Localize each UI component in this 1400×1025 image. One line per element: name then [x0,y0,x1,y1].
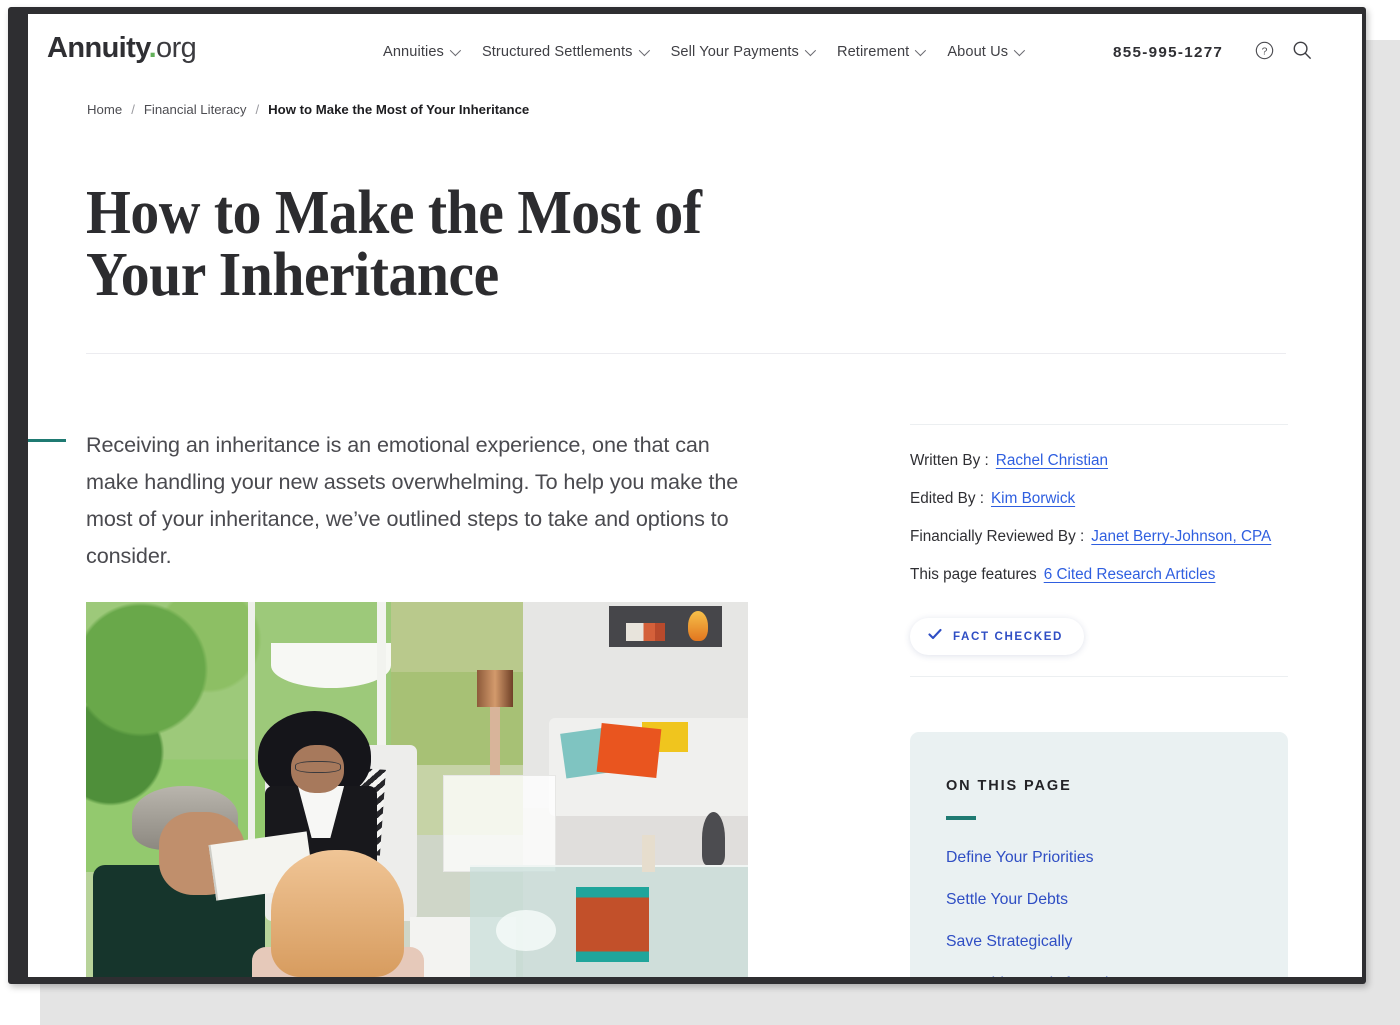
cited-research-link[interactable]: 6 Cited Research Articles [1044,566,1216,584]
on-this-page-link-define-your-priorities[interactable]: Define Your Priorities [946,849,1252,867]
nav-label: Sell Your Payments [670,44,799,60]
nav-item-structured-settlements[interactable]: Structured Settlements [481,44,650,60]
logo-name: Annuity [47,32,149,64]
backdrop-gray-right [1366,40,1400,985]
advisor-glasses [294,761,341,773]
breadcrumb-item-current: How to Make the Most of Your Inheritance [268,102,530,117]
nav-label: Annuities [383,44,444,60]
on-this-page-title: ON THIS PAGE [946,778,1072,794]
byline-label: Edited By : [910,490,984,507]
framed-artwork [575,887,649,962]
page-title: How to Make the Most of Your Inheritance [86,179,702,309]
question-circle-icon[interactable]: ? [1255,41,1274,60]
nav-label: About Us [947,44,1009,60]
candle [642,834,656,872]
reviewer-link[interactable]: Janet Berry-Johnson, CPA [1091,528,1271,546]
fireplace-flame [688,611,709,642]
byline-label: This page features [910,566,1037,583]
window-mullion [248,602,256,865]
nav-label: Retirement [836,44,910,60]
on-this-page-list: Define Your Priorities Settle Your Debts… [946,849,1252,977]
intro-paragraph: Receiving an inheritance is an emotional… [86,432,739,568]
on-this-page-box: ON THIS PAGE Define Your Priorities Sett… [910,732,1288,977]
fact-checked-badge[interactable]: FACT CHECKED [910,618,1085,655]
author-link[interactable]: Rachel Christian [996,452,1108,470]
sidebar-divider-top [910,424,1288,425]
chevron-down-icon [638,44,650,57]
device-frame: Annuity.org Annuities Structured Settlem… [8,7,1366,984]
breadcrumb-separator: / [131,102,135,117]
chevron-down-icon [804,44,817,57]
backdrop-gray-bottom [40,983,1400,1025]
on-this-page-link-set-aside-funds-for-others[interactable]: Set Aside Funds for Others [946,975,1252,977]
browser-viewport: Annuity.org Annuities Structured Settlem… [28,14,1362,977]
nav-item-retirement[interactable]: Retirement [836,44,927,60]
chevron-down-icon [1013,44,1026,57]
hammock [271,643,391,689]
main-navigation: Annuities Structured Settlements Sell Yo… [383,44,1026,60]
byline-row-edited-by: Edited By : Kim Borwick [910,490,1310,508]
side-table [443,774,556,872]
pillow-orange [596,722,662,778]
checkmark-icon [928,627,942,646]
on-this-page-link-save-strategically[interactable]: Save Strategically [946,933,1252,951]
nav-item-sell-your-payments[interactable]: Sell Your Payments [670,44,817,60]
woman-hair [271,849,404,977]
lamp-shade [476,669,513,707]
site-header: Annuity.org Annuities Structured Settlem… [28,14,1362,92]
breadcrumb-separator: / [255,102,260,117]
byline-label: Financially Reviewed By : [910,528,1085,545]
fact-checked-label: FACT CHECKED [953,630,1064,643]
phone-number[interactable]: 855-995-1277 [1113,44,1223,61]
on-this-page-link-settle-your-debts[interactable]: Settle Your Debts [946,891,1252,909]
editor-link[interactable]: Kim Borwick [991,490,1075,508]
byline-row-written-by: Written By : Rachel Christian [910,452,1310,470]
byline-row-financially-reviewed-by: Financially Reviewed By : Janet Berry-Jo… [910,528,1310,546]
title-divider [86,353,1286,354]
byline-label: Written By : [910,452,989,469]
sidebar-divider-bottom [910,676,1288,677]
site-logo[interactable]: Annuity.org [47,32,197,65]
byline-block: Written By : Rachel Christian Edited By … [910,452,1310,604]
search-icon[interactable] [1292,40,1313,61]
statue [701,812,725,865]
chevron-down-icon [449,44,462,57]
logo-dot: . [148,32,157,64]
intro-accent-bar [28,439,66,442]
nav-item-about-us[interactable]: About Us [947,44,1026,60]
on-this-page-accent-bar [946,816,976,820]
svg-text:?: ? [1262,46,1268,57]
breadcrumb: Home / Financial Literacy / How to Make … [87,102,529,117]
books [625,622,666,642]
logo-tld: org [156,32,197,64]
glass-bowl [496,909,557,951]
chevron-down-icon [915,44,927,57]
breadcrumb-item-home[interactable]: Home [87,102,122,117]
breadcrumb-item-financial-literacy[interactable]: Financial Literacy [144,102,247,117]
nav-label: Structured Settlements [481,44,633,60]
byline-row-cited-articles: This page features 6 Cited Research Arti… [910,566,1310,584]
nav-item-annuities[interactable]: Annuities [383,44,462,60]
lamp-stand [489,707,500,775]
hero-image [86,602,748,977]
